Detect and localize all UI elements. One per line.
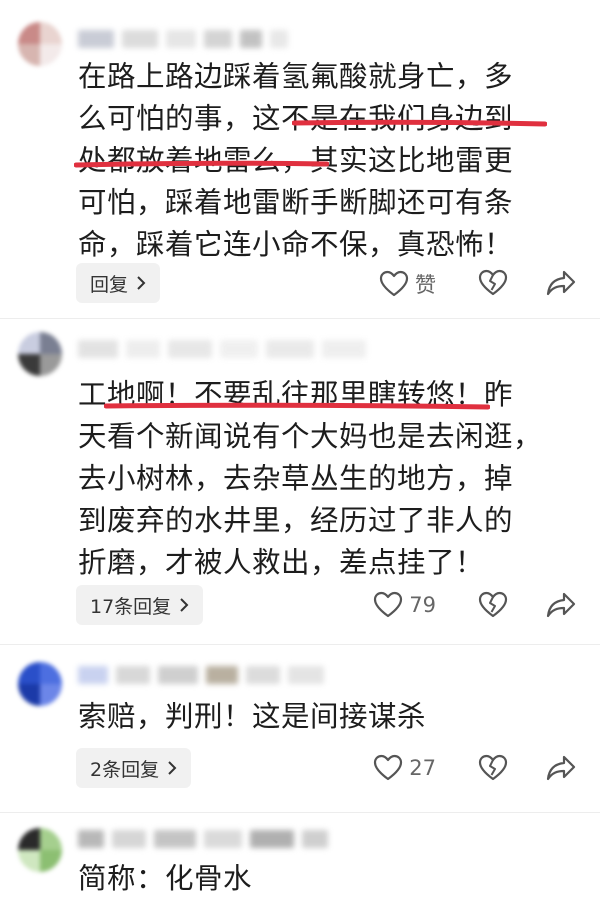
comment-3: 索赔，判刑！这是间接谋杀 2条回复 27	[0, 646, 600, 816]
username-blurred	[78, 340, 366, 362]
comment-1: 在路上路边踩着氢氟酸就身亡，多 么可怕的事，这不是在我们身边到 处都放着地雷么，…	[0, 0, 600, 320]
divider	[0, 644, 600, 645]
share-arrow-icon	[546, 755, 576, 781]
like-count: 赞	[415, 273, 436, 297]
avatar[interactable]	[18, 332, 62, 376]
chevron-right-icon	[137, 276, 146, 290]
heart-icon	[374, 591, 403, 618]
red-underline	[104, 402, 490, 410]
like-button[interactable]: 27	[373, 754, 436, 782]
share-arrow-icon	[546, 270, 576, 296]
heart-icon	[379, 270, 409, 297]
reply-label: 回复	[90, 273, 129, 296]
username-blurred	[78, 666, 324, 688]
red-underline	[292, 119, 547, 127]
reply-button[interactable]: 回复	[76, 263, 161, 303]
share-arrow-icon	[546, 592, 576, 618]
like-button[interactable]: 赞	[379, 269, 436, 299]
username-blurred	[78, 30, 288, 52]
comment-2: 工地啊！不要乱往那里瞎转悠！昨 天看个新闻说有个大妈也是去闲逛， 去小树林，去杂…	[0, 320, 600, 640]
like-count: 79	[409, 593, 436, 617]
broken-heart-icon	[478, 269, 508, 296]
username-blurred	[78, 830, 328, 852]
like-button[interactable]: 79	[373, 591, 436, 619]
dislike-button[interactable]	[478, 269, 508, 297]
dislike-button[interactable]	[478, 591, 508, 619]
reply-button[interactable]: 17条回复	[76, 585, 204, 625]
broken-heart-icon	[478, 754, 508, 781]
avatar[interactable]	[18, 828, 62, 872]
comment-text: 简称：化骨水	[78, 862, 253, 895]
chevron-right-icon	[180, 598, 189, 612]
share-button[interactable]	[546, 754, 576, 782]
comment-text: 索赔，判刑！这是间接谋杀	[78, 700, 427, 733]
reply-label: 2条回复	[90, 758, 160, 781]
share-button[interactable]	[546, 269, 576, 297]
broken-heart-icon	[478, 591, 508, 618]
divider	[0, 812, 600, 813]
comment-4: 简称：化骨水	[0, 814, 600, 902]
avatar[interactable]	[18, 22, 62, 66]
avatar[interactable]	[18, 662, 62, 706]
red-underline	[74, 160, 329, 168]
reply-button[interactable]: 2条回复	[76, 748, 192, 788]
chevron-right-icon	[168, 761, 177, 775]
reply-label: 17条回复	[90, 595, 172, 618]
like-count: 27	[409, 756, 436, 780]
dislike-button[interactable]	[478, 754, 508, 782]
divider	[0, 318, 600, 319]
share-button[interactable]	[546, 591, 576, 619]
heart-icon	[374, 754, 403, 781]
